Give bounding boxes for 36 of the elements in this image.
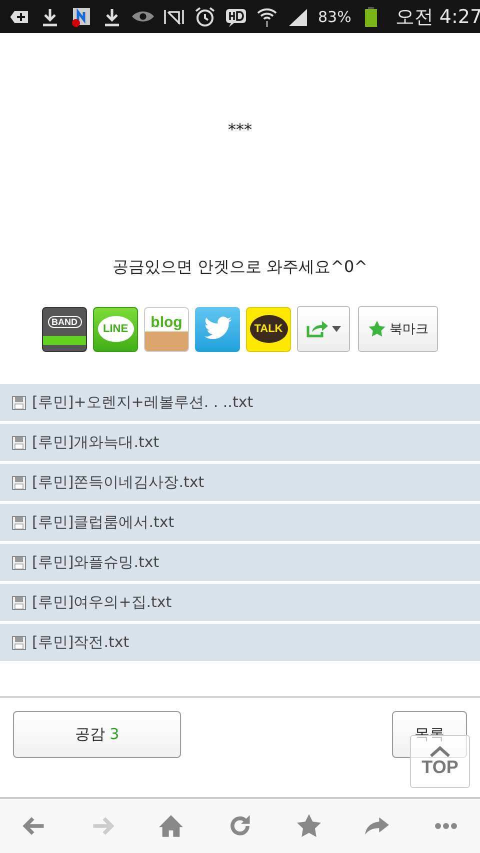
share-menu-button[interactable] xyxy=(297,306,350,352)
attachment-name: [루민]개와늑대.txt xyxy=(32,433,160,452)
bookmark-button[interactable]: 북마크 xyxy=(358,306,438,352)
app-alert-icon xyxy=(70,6,92,28)
talk-share-button[interactable]: TALK xyxy=(246,306,291,352)
attachment-name: [루민]+오렌지+레볼루션. . ..txt xyxy=(32,393,254,412)
attachment-name: [루민]클럽룸에서.txt xyxy=(32,513,174,532)
attachment-row[interactable]: [루민]개와늑대.txt xyxy=(0,424,480,461)
eye-icon xyxy=(132,11,154,22)
attachment-row[interactable]: [루민]쫀득이네김사장.txt xyxy=(0,464,480,501)
post-message: 공금있으면 안겟으로 와주세요^0^ xyxy=(112,257,368,278)
alarm-icon xyxy=(194,6,216,28)
attachment-name: [루민]와플슈밍.txt xyxy=(32,553,160,572)
attachment-name: [루민]작전.txt xyxy=(32,633,130,652)
star-icon xyxy=(296,813,322,839)
twitter-share-button[interactable] xyxy=(195,306,240,352)
attachment-row[interactable]: [루민]여우의+집.txt xyxy=(0,584,480,621)
clock-time: 오전 4:27 xyxy=(395,4,480,30)
attachment-name: [루민]여우의+집.txt xyxy=(32,593,172,612)
star-icon xyxy=(368,320,386,338)
attachment-row[interactable]: [루민]클럽룸에서.txt xyxy=(0,504,480,541)
wifi-icon xyxy=(256,6,278,28)
attachment-row[interactable]: [루민]작전.txt xyxy=(0,624,480,661)
attachment-row[interactable]: [루민]와플슈밍.txt xyxy=(0,544,480,581)
home-icon xyxy=(158,813,184,839)
like-button[interactable]: 공감 3 xyxy=(13,711,181,758)
attachment-name: [루민]쫀득이네김사장.txt xyxy=(32,473,204,492)
attachment-row[interactable]: [루민]+오렌지+레볼루션. . ..txt xyxy=(0,384,480,421)
more-icon xyxy=(432,822,459,830)
battery-percent: 83% xyxy=(318,8,352,26)
band-share-button[interactable]: BAND xyxy=(42,306,87,352)
caret-up-icon xyxy=(429,745,451,757)
share-icon xyxy=(306,320,328,338)
caret-icon xyxy=(332,326,341,332)
post-text: *** xyxy=(228,120,252,139)
bird-icon xyxy=(202,316,232,342)
